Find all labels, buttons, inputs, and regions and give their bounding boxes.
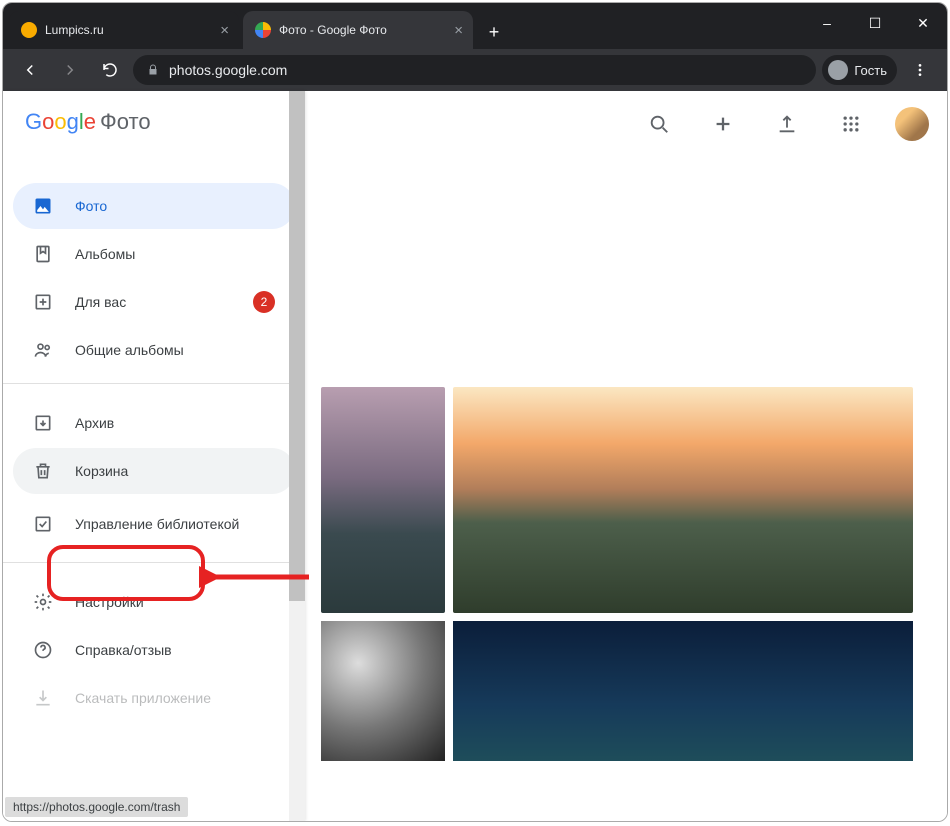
account-avatar[interactable] (895, 107, 929, 141)
photo-thumbnail[interactable] (321, 387, 445, 613)
sidebar-item-label: Альбомы (75, 246, 135, 262)
check-box-icon (33, 514, 53, 534)
archive-icon (33, 413, 53, 433)
sidebar-item-label: Фото (75, 198, 107, 214)
profile-chip[interactable]: Гость (822, 55, 897, 85)
sidebar-item-archive[interactable]: Архив (13, 400, 295, 446)
new-tab-button[interactable]: + (477, 15, 511, 49)
close-icon[interactable]: × (220, 22, 229, 39)
app-topbar (305, 91, 947, 157)
sidebar: Google Фото Фото Альбомы (3, 91, 305, 821)
browser-menu-button[interactable] (903, 53, 937, 87)
logo-suffix: Фото (100, 109, 151, 135)
sidebar-item-label: Для вас (75, 294, 126, 310)
apps-button[interactable] (831, 104, 871, 144)
divider (3, 383, 305, 384)
upload-button[interactable] (767, 104, 807, 144)
guest-label: Гость (854, 63, 887, 78)
sidebar-item-download-app[interactable]: Скачать приложение (13, 675, 295, 721)
gear-icon (33, 592, 53, 612)
status-bar: https://photos.google.com/trash (5, 797, 188, 817)
browser-titlebar: Lumpics.ru × Фото - Google Фото × + – ☐ … (3, 3, 947, 49)
window-close-button[interactable]: ✕ (899, 3, 947, 43)
lock-icon (147, 63, 159, 77)
window-minimize-button[interactable]: – (803, 3, 851, 43)
tab-title: Фото - Google Фото (279, 23, 387, 37)
sidebar-item-label: Архив (75, 415, 114, 431)
favicon-lumpics (21, 22, 37, 38)
photo-thumbnail[interactable] (321, 621, 445, 761)
sidebar-item-label: Управление библиотекой (75, 515, 239, 533)
sidebar-item-shared[interactable]: Общие альбомы (13, 327, 295, 373)
forward-button[interactable] (53, 53, 87, 87)
sidebar-item-label: Скачать приложение (75, 690, 211, 706)
sidebar-item-settings[interactable]: Настройки (13, 579, 295, 625)
create-button[interactable] (703, 104, 743, 144)
trash-icon (33, 461, 53, 481)
main-content (305, 91, 947, 821)
sidebar-item-label: Справка/отзыв (75, 642, 172, 658)
close-icon[interactable]: × (454, 22, 463, 39)
sidebar-item-photos[interactable]: Фото (13, 183, 295, 229)
sidebar-item-label: Общие альбомы (75, 342, 184, 358)
sidebar-item-help[interactable]: Справка/отзыв (13, 627, 295, 673)
scrollbar-thumb[interactable] (289, 91, 305, 601)
photo-thumbnail[interactable] (453, 387, 913, 613)
tab-title: Lumpics.ru (45, 23, 104, 37)
people-icon (33, 340, 53, 360)
back-button[interactable] (13, 53, 47, 87)
tab-google-photos[interactable]: Фото - Google Фото × (243, 11, 473, 49)
guest-avatar-icon (828, 60, 848, 80)
image-icon (33, 196, 53, 216)
sidebar-item-albums[interactable]: Альбомы (13, 231, 295, 277)
help-icon (33, 640, 53, 660)
sidebar-item-trash[interactable]: Корзина (13, 448, 295, 494)
sidebar-item-label: Настройки (75, 594, 144, 610)
window-maximize-button[interactable]: ☐ (851, 3, 899, 43)
url-input[interactable]: photos.google.com (133, 55, 816, 85)
logo[interactable]: Google Фото (3, 91, 305, 153)
reload-button[interactable] (93, 53, 127, 87)
photo-grid (305, 157, 947, 761)
badge-count: 2 (253, 291, 275, 313)
tab-lumpics[interactable]: Lumpics.ru × (9, 11, 239, 49)
sidebar-item-label: Корзина (75, 463, 128, 479)
sidebar-item-library-management[interactable]: Управление библиотекой (13, 496, 295, 552)
divider (3, 562, 305, 563)
address-bar: photos.google.com Гость (3, 49, 947, 91)
search-button[interactable] (639, 104, 679, 144)
download-icon (33, 688, 53, 708)
url-text: photos.google.com (169, 62, 287, 78)
favicon-google-photos (255, 22, 271, 38)
plus-box-icon (33, 292, 53, 312)
photo-thumbnail[interactable] (453, 621, 913, 761)
sidebar-item-for-you[interactable]: Для вас 2 (13, 279, 295, 325)
sidebar-scrollbar[interactable] (289, 91, 305, 821)
bookmark-icon (33, 244, 53, 264)
